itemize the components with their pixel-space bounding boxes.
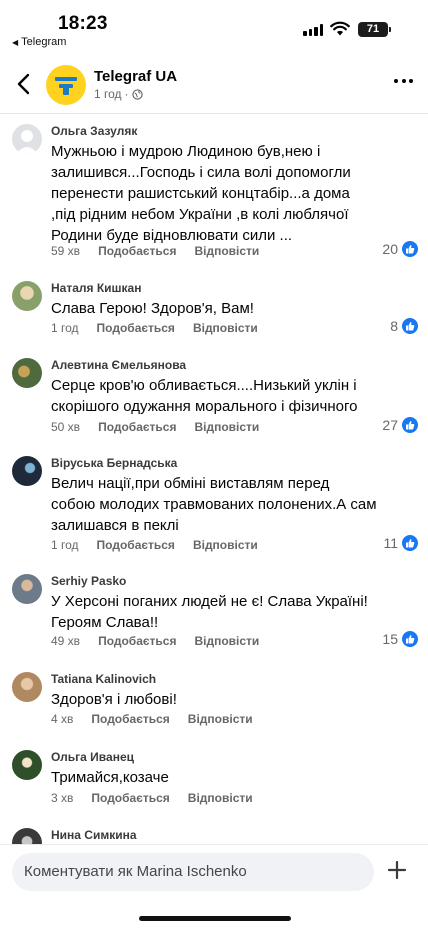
reply-button[interactable]: Відповісти (188, 791, 253, 805)
page-name[interactable]: Telegraf UA (94, 68, 177, 85)
comment-author[interactable]: Алевтина Ємельянова (51, 358, 186, 372)
post-time: 1 год (94, 87, 122, 101)
comment-author[interactable]: Serhiy Pasko (51, 574, 126, 588)
comment-time: 59 хв (51, 244, 81, 258)
reply-button[interactable]: Відповісти (193, 538, 258, 552)
thumbs-up-icon (402, 318, 418, 334)
reaction-count[interactable]: 20 (382, 241, 418, 257)
avatar[interactable] (12, 750, 42, 780)
battery-cap (389, 27, 391, 32)
back-triangle-icon: ◀ (12, 37, 19, 47)
like-button[interactable]: Подобається (91, 791, 169, 805)
meta-dot: · (124, 87, 129, 101)
home-indicator (139, 916, 291, 921)
avatar[interactable] (12, 672, 42, 702)
globe-icon (131, 88, 143, 100)
wifi-icon (330, 21, 350, 36)
reaction-count[interactable]: 11 (383, 535, 418, 551)
back-arrow-icon[interactable] (14, 72, 34, 96)
battery-icon: 71 (358, 22, 388, 37)
avatar[interactable] (12, 281, 42, 311)
back-app-label: Telegram (21, 36, 67, 48)
like-button[interactable]: Подобається (98, 420, 176, 434)
reaction-number: 15 (382, 631, 398, 647)
reaction-number: 27 (382, 417, 398, 433)
comment-input[interactable]: Коментувати як Marina Ischenko (12, 853, 374, 891)
thumbs-up-icon (402, 417, 418, 433)
thumbs-up-icon (402, 631, 418, 647)
page-avatar[interactable] (46, 65, 86, 105)
reply-button[interactable]: Відповісти (188, 712, 253, 726)
like-button[interactable]: Подобається (97, 538, 175, 552)
reply-button[interactable]: Відповісти (193, 321, 258, 335)
status-bar: 18:23 ◀ Telegram 71 (0, 0, 428, 52)
comment-time: 1 год (51, 321, 79, 335)
reaction-number: 8 (390, 318, 398, 334)
comment-author[interactable]: Tatiana Kalinovich (51, 672, 156, 686)
comment-text: Велич нації,при обміні виставлям перед с… (51, 475, 377, 534)
avatar[interactable] (12, 124, 42, 154)
thumbs-up-icon (402, 241, 418, 257)
comment-text: Мужньою і мудрою Людиною був,нею і залиш… (51, 143, 351, 244)
header-divider (0, 113, 428, 114)
like-button[interactable]: Подобається (97, 321, 175, 335)
comment-meta: 1 год Подобається Відповісти (51, 321, 258, 335)
comment-text: Слава Герою! Здоров'я, Вам! (51, 300, 254, 317)
comment-time: 50 хв (51, 420, 81, 434)
post-header: Telegraf UA 1 год · (0, 58, 428, 110)
comment-time: 49 хв (51, 634, 81, 648)
comment-time: 4 хв (51, 712, 74, 726)
like-button[interactable]: Подобається (98, 634, 176, 648)
comment-time: 3 хв (51, 791, 74, 805)
comment-meta: 50 хв Подобається Відповісти (51, 420, 259, 434)
comment-time: 1 год (51, 538, 79, 552)
comment-author[interactable]: Ольга Зазуляк (51, 124, 137, 138)
more-options-icon[interactable] (394, 79, 413, 83)
comment-author[interactable]: Віруська Бернадська (51, 456, 177, 470)
status-time: 18:23 (58, 13, 108, 34)
post-meta: 1 год · (94, 87, 143, 101)
reaction-count[interactable]: 27 (382, 417, 418, 433)
comment-meta: 4 хв Подобається Відповісти (51, 712, 253, 726)
reply-button[interactable]: Відповісти (194, 244, 259, 258)
comment-text: Тримайся,козаче (51, 769, 169, 786)
comment-meta: 59 хв Подобається Відповісти (51, 244, 259, 258)
comment-meta: 1 год Подобається Відповісти (51, 538, 258, 552)
comment-author[interactable]: Ольга Иванец (51, 750, 134, 764)
reply-button[interactable]: Відповісти (194, 420, 259, 434)
reaction-number: 11 (383, 535, 398, 551)
comment-text: Здоров'я і любові! (51, 691, 177, 708)
comment-text: У Херсоні поганих людей не є! Слава Укра… (51, 593, 368, 631)
comment-author[interactable]: Нина Симкина (51, 828, 137, 842)
like-button[interactable]: Подобається (98, 244, 176, 258)
reaction-count[interactable]: 8 (390, 318, 418, 334)
reaction-number: 20 (382, 241, 398, 257)
avatar[interactable] (12, 358, 42, 388)
back-to-app-link[interactable]: ◀ Telegram (12, 36, 66, 48)
reply-button[interactable]: Відповісти (194, 634, 259, 648)
comment-text: Серце кров'ю обливається....Низький уклі… (51, 377, 358, 415)
thumbs-up-icon (402, 535, 418, 551)
reaction-count[interactable]: 15 (382, 631, 418, 647)
comment-meta: 3 хв Подобається Відповісти (51, 791, 253, 805)
comment-meta: 49 хв Подобається Відповісти (51, 634, 259, 648)
avatar[interactable] (12, 574, 42, 604)
comment-author[interactable]: Наталя Кишкан (51, 281, 141, 295)
telegraf-logo-icon (55, 77, 77, 95)
add-attachment-icon[interactable] (386, 859, 408, 881)
like-button[interactable]: Подобається (91, 712, 169, 726)
cellular-signal-icon (303, 24, 323, 36)
avatar[interactable] (12, 456, 42, 486)
